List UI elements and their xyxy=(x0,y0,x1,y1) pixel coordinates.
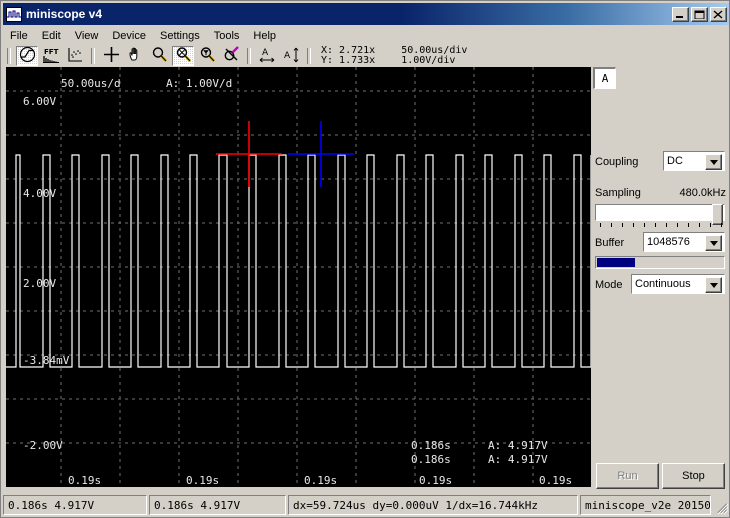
buffer-progress-fill xyxy=(597,258,636,267)
menu-item-tools[interactable]: Tools xyxy=(207,28,247,44)
toolbar-separator xyxy=(307,48,311,64)
stop-button[interactable]: Stop xyxy=(662,463,725,489)
xy-plot-icon xyxy=(66,46,84,67)
pan-hand-button[interactable] xyxy=(124,46,146,66)
crosshair-cursor-icon xyxy=(103,46,120,66)
menu-item-help[interactable]: Help xyxy=(246,28,283,44)
zoom-reset-button[interactable] xyxy=(220,46,242,66)
pan-hand-icon xyxy=(127,46,144,66)
coupling-select[interactable]: DC xyxy=(663,151,725,171)
coupling-label: Coupling xyxy=(595,156,639,168)
sampling-value: 480.0kHz xyxy=(679,187,726,199)
chevron-down-icon[interactable] xyxy=(705,235,722,251)
zoom-y-button[interactable] xyxy=(196,46,218,66)
mode-value: Continuous xyxy=(635,278,691,290)
sampling-slider-thumb[interactable] xyxy=(712,204,723,225)
y-axis-label-2: 2.00V xyxy=(23,277,56,290)
cursor-readout-1-value: A: 4.917V xyxy=(488,439,548,452)
autoscale-x-icon: A xyxy=(258,46,276,67)
buffer-value: 1048576 xyxy=(647,236,690,248)
status-panel-version: miniscope_v2e 20150220 xyxy=(580,495,711,515)
sampling-slider-ticks xyxy=(595,223,725,229)
mode-label: Mode xyxy=(595,279,623,291)
x-axis-label-3: 0.19s xyxy=(419,474,452,487)
voltdiv-value: 1.00V/div xyxy=(401,55,456,66)
window-title: miniscope v4 xyxy=(26,7,103,21)
y-axis-label-3: -3.84mV xyxy=(23,354,70,367)
scope-channel-scale-label: A: 1.00V/d xyxy=(166,77,232,90)
app-icon xyxy=(6,6,22,22)
scope-canvas: 50.00us/d A: 1.00V/d 6.00V 4.00V 2.00V -… xyxy=(6,67,591,487)
channel-a-button[interactable]: A xyxy=(593,67,616,89)
buffer-select[interactable]: 1048576 xyxy=(643,232,725,252)
x-axis-label-1: 0.19s xyxy=(186,474,219,487)
toolbar-separator xyxy=(247,48,251,64)
close-button[interactable] xyxy=(710,6,727,22)
menu-item-settings[interactable]: Settings xyxy=(153,28,207,44)
status-panel-cursor1: 0.186s 4.917V xyxy=(3,495,147,515)
autoscale-x-button[interactable]: A xyxy=(256,46,278,66)
y-axis-label-0: 6.00V xyxy=(23,95,56,108)
cursor-readout-2-time: 0.186s xyxy=(411,453,451,466)
chevron-down-icon[interactable] xyxy=(705,154,722,170)
zoom-button[interactable] xyxy=(148,46,170,66)
fft-mode-button[interactable]: FFT xyxy=(40,46,62,66)
y-axis-label-4: -2.00V xyxy=(23,439,63,452)
buffer-label: Buffer xyxy=(595,237,625,249)
coupling-value: DC xyxy=(667,155,683,167)
control-panel: A Coupling DC Sampling 480.0kHz Buffer 1… xyxy=(593,67,727,489)
sampling-label: Sampling xyxy=(595,187,641,199)
zoom-box-button[interactable] xyxy=(172,46,194,66)
menu-item-edit[interactable]: Edit xyxy=(35,28,68,44)
cursor-readout-1-time: 0.186s xyxy=(411,439,451,452)
fft-mode-icon: FFT xyxy=(42,46,60,67)
autoscale-y-icon: A xyxy=(282,46,300,67)
xy-plot-button[interactable] xyxy=(64,46,86,66)
cursor-readout-2-value: A: 4.917V xyxy=(488,453,548,466)
scope-mode-icon xyxy=(19,46,36,66)
miniscope-window: miniscope v4 File Edit View Device Setti… xyxy=(0,0,730,518)
chevron-down-icon[interactable] xyxy=(705,277,722,293)
zoom-y-icon xyxy=(199,46,216,66)
toolbar: FFT A A X: 2.721x Y: 1.733x 50.00us/div … xyxy=(3,45,729,67)
sampling-slider[interactable] xyxy=(595,204,725,225)
status-bar: 0.186s 4.917V 0.186s 4.917V dx=59.724us … xyxy=(3,495,729,515)
y-axis-label-1: 4.00V xyxy=(23,187,56,200)
minimize-button[interactable] xyxy=(672,6,689,22)
x-axis-label-4: 0.19s xyxy=(539,474,572,487)
menu-item-device[interactable]: Device xyxy=(105,28,153,44)
scope-display[interactable]: 50.00us/d A: 1.00V/d 6.00V 4.00V 2.00V -… xyxy=(6,67,591,487)
mode-select[interactable]: Continuous xyxy=(631,274,725,294)
scope-timebase-label: 50.00us/d xyxy=(61,77,121,90)
crosshair-cursor-button[interactable] xyxy=(100,46,122,66)
scope-background xyxy=(6,67,591,487)
zoom-reset-icon xyxy=(223,46,240,66)
toolbar-separator xyxy=(7,48,11,64)
x-axis-label-0: 0.19s xyxy=(68,474,101,487)
menu-item-view[interactable]: View xyxy=(68,28,106,44)
x-axis-label-2: 0.19s xyxy=(304,474,337,487)
resize-grip[interactable] xyxy=(713,495,729,515)
maximize-button[interactable] xyxy=(691,6,708,22)
svg-text:A: A xyxy=(262,48,269,58)
autoscale-y-button[interactable]: A xyxy=(280,46,302,66)
menu-bar: File Edit View Device Settings Tools Hel… xyxy=(3,27,729,45)
run-button[interactable]: Run xyxy=(596,463,659,489)
title-bar: miniscope v4 xyxy=(3,3,729,25)
status-panel-cursor2: 0.186s 4.917V xyxy=(149,495,286,515)
zoom-factor-readout: X: 2.721x Y: 1.733x xyxy=(321,46,375,66)
status-panel-delta: dx=59.724us dy=0.000uV 1/dx=16.744kHz xyxy=(288,495,578,515)
menu-item-file[interactable]: File xyxy=(3,28,35,44)
scope-mode-button[interactable] xyxy=(16,46,38,66)
zoom-y-value: Y: 1.733x xyxy=(321,55,376,66)
buffer-progress-bar xyxy=(595,256,725,269)
scale-readout: 50.00us/div 1.00V/div xyxy=(401,46,467,66)
zoom-box-icon xyxy=(175,46,192,66)
svg-text:A: A xyxy=(284,51,291,61)
toolbar-separator xyxy=(91,48,95,64)
svg-text:FFT: FFT xyxy=(44,48,59,56)
zoom-icon xyxy=(151,46,168,66)
